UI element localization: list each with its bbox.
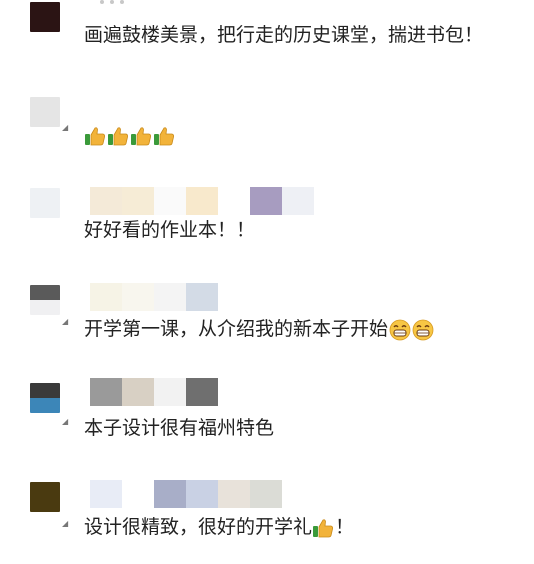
bubble-tail-icon: ◢ [62, 123, 69, 132]
mosaic-block [186, 283, 218, 311]
bubble-tail-icon: ◢ [62, 317, 69, 326]
mosaic-block [154, 378, 186, 406]
bubble-tail-icon: ◢ [62, 519, 69, 528]
comment-text-content: 好好看的作业本！！ [84, 219, 256, 241]
mosaic-block [250, 480, 282, 508]
mosaic-block [282, 187, 314, 215]
blurred-username [90, 480, 282, 508]
comment-text-content: 开学第一课，从介绍我的新本子开始 [84, 318, 389, 340]
mosaic-block [90, 187, 122, 215]
thumbs-up-emoji-group [84, 123, 176, 147]
thumbs-up-icon [154, 126, 174, 145]
comment-text: 好好看的作业本！！ [84, 218, 255, 242]
grinning-face-icon [412, 319, 434, 340]
blurred-username [90, 187, 314, 215]
comment-text-suffix: ！ [335, 516, 355, 538]
mosaic-block [250, 187, 282, 215]
mosaic-block [90, 283, 122, 311]
avatar[interactable] [30, 285, 60, 315]
mosaic-block [186, 480, 218, 508]
blurred-username [90, 283, 218, 311]
avatar[interactable] [30, 97, 60, 127]
mosaic-block [122, 480, 154, 508]
comment-text: 本子设计很有福州特色 [84, 416, 274, 440]
mosaic-block [154, 283, 186, 311]
thumbs-up-icon [108, 126, 128, 145]
comment-text: 画遍鼓楼美景，把行走的历史课堂，揣进书包！ [84, 23, 483, 47]
mosaic-block [154, 480, 186, 508]
blurred-username [90, 378, 218, 406]
comment-text-content: 本子设计很有福州特色 [84, 417, 275, 439]
thumbs-up-emoji-group [312, 515, 335, 539]
thumbs-up-icon [313, 518, 334, 537]
avatar[interactable] [30, 2, 60, 32]
mosaic-block [122, 187, 154, 215]
mosaic-block [90, 480, 122, 508]
comment-item: 好好看的作业本！！ [0, 185, 534, 265]
grinning-face-icon [389, 319, 411, 340]
avatar[interactable] [30, 383, 60, 413]
comment-text [84, 123, 176, 147]
thumbs-up-icon [85, 126, 105, 145]
avatar[interactable] [30, 482, 60, 512]
mosaic-block [154, 187, 186, 215]
comment-item: ◢ [0, 90, 534, 170]
comment-item: 画遍鼓楼美景，把行走的历史课堂，揣进书包！ [0, 0, 534, 80]
mosaic-block [186, 187, 218, 215]
comment-text: 开学第一课，从介绍我的新本子开始 [84, 317, 434, 341]
comment-item: ◢ 本子设计很有福州特色 [0, 378, 534, 458]
mosaic-block [218, 480, 250, 508]
comment-text-content: 设计很精致，很好的开学礼 [84, 516, 313, 538]
grinning-emoji-group [388, 317, 434, 341]
mosaic-block [90, 378, 122, 406]
comment-item: ◢ 设计很精致，很好的开学礼 ！ [0, 478, 534, 558]
mosaic-block [122, 378, 154, 406]
comment-item: ◢ 开学第一课，从介绍我的新本子开始 [0, 282, 534, 362]
mosaic-block [186, 378, 218, 406]
avatar[interactable] [30, 188, 60, 218]
comment-text-content: 画遍鼓楼美景，把行走的历史课堂，揣进书包！ [84, 24, 484, 46]
bubble-tail-icon: ◢ [62, 417, 69, 426]
mosaic-block [122, 283, 154, 311]
comment-text: 设计很精致，很好的开学礼 ！ [84, 515, 354, 539]
thumbs-up-icon [131, 126, 151, 145]
mosaic-block [218, 187, 250, 215]
